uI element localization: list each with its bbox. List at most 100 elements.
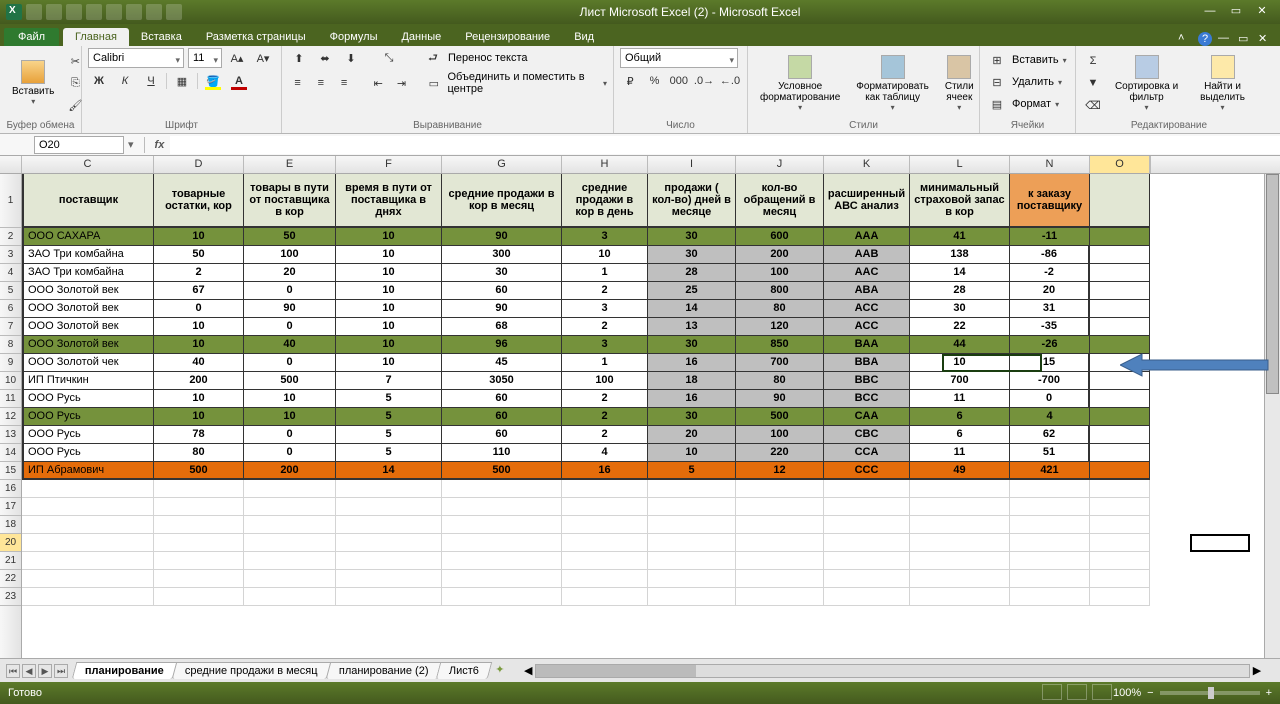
cell[interactable]: к заказу поставщику — [1010, 174, 1090, 228]
cell[interactable]: 100 — [244, 246, 336, 264]
cell[interactable] — [336, 570, 442, 588]
cell[interactable] — [154, 588, 244, 606]
cell[interactable]: 2 — [562, 282, 648, 300]
cell[interactable]: 0 — [244, 354, 336, 372]
cell[interactable] — [1010, 516, 1090, 534]
cell[interactable]: 20 — [648, 426, 736, 444]
zoom-slider[interactable] — [1160, 691, 1260, 695]
cell[interactable] — [824, 498, 910, 516]
cell[interactable]: 15 — [1010, 354, 1090, 372]
cell[interactable] — [562, 534, 648, 552]
cell[interactable] — [154, 552, 244, 570]
cell[interactable]: -2 — [1010, 264, 1090, 282]
cell[interactable]: 12 — [736, 462, 824, 480]
clear-icon[interactable]: ⌫ — [1082, 95, 1104, 115]
cell[interactable]: ООО Русь — [22, 444, 154, 462]
cell[interactable] — [22, 570, 154, 588]
cell[interactable] — [1010, 534, 1090, 552]
cell[interactable] — [562, 570, 648, 588]
cell[interactable]: 5 — [648, 462, 736, 480]
zoom-in-icon[interactable]: + — [1266, 687, 1272, 699]
cell[interactable]: 28 — [648, 264, 736, 282]
cell[interactable]: 16 — [648, 354, 736, 372]
cell[interactable] — [1090, 426, 1150, 444]
cell[interactable] — [442, 480, 562, 498]
cell[interactable] — [562, 588, 648, 606]
col-header-F[interactable]: F — [336, 156, 442, 173]
cell[interactable] — [736, 534, 824, 552]
wrap-label[interactable]: Перенос текста — [448, 52, 528, 64]
cell[interactable] — [1090, 318, 1150, 336]
horizontal-scrollbar[interactable]: ◀ ▶ — [521, 664, 1264, 678]
cell[interactable]: 0 — [154, 300, 244, 318]
orientation-icon[interactable]: ⤡ — [378, 48, 400, 68]
row-header[interactable]: 10 — [0, 372, 21, 390]
cell[interactable]: 200 — [154, 372, 244, 390]
col-header-L[interactable]: L — [910, 156, 1010, 173]
cell[interactable]: 60 — [442, 390, 562, 408]
namebox-dropdown-icon[interactable]: ▾ — [128, 138, 140, 151]
cell[interactable]: 45 — [442, 354, 562, 372]
cell[interactable] — [442, 498, 562, 516]
cell[interactable]: ООО Золотой век — [22, 336, 154, 354]
cell[interactable] — [736, 516, 824, 534]
cell[interactable]: AAA — [824, 228, 910, 246]
row-header[interactable]: 1 — [0, 174, 21, 228]
sheet-tab[interactable]: средние продажи в месяц — [172, 662, 331, 679]
row-header[interactable]: 17 — [0, 498, 21, 516]
vertical-scrollbar[interactable] — [1264, 174, 1280, 658]
close-button[interactable]: ✕ — [1250, 4, 1274, 20]
cell[interactable] — [1090, 372, 1150, 390]
cell[interactable]: 10 — [336, 336, 442, 354]
spreadsheet-grid[interactable]: CDEFGHIJKLNO 123456789101112131415161718… — [0, 156, 1280, 658]
cell[interactable]: 700 — [736, 354, 824, 372]
cell[interactable] — [824, 552, 910, 570]
cell[interactable]: -86 — [1010, 246, 1090, 264]
cell[interactable]: 5 — [336, 426, 442, 444]
cell[interactable]: 421 — [1010, 462, 1090, 480]
cell[interactable]: 100 — [736, 264, 824, 282]
col-header-E[interactable]: E — [244, 156, 336, 173]
cell[interactable]: 0 — [1010, 390, 1090, 408]
font-size-combo[interactable]: 11 — [188, 48, 222, 68]
underline-button[interactable]: Ч — [140, 71, 162, 91]
cell[interactable] — [22, 534, 154, 552]
cell[interactable]: 5 — [336, 390, 442, 408]
cell[interactable] — [22, 588, 154, 606]
qat-icon[interactable] — [166, 4, 182, 20]
row-header[interactable]: 12 — [0, 408, 21, 426]
cell[interactable]: 120 — [736, 318, 824, 336]
italic-button[interactable]: К — [114, 71, 136, 91]
increase-indent-icon[interactable]: ⇥ — [392, 73, 411, 93]
cell[interactable]: 44 — [910, 336, 1010, 354]
cell[interactable]: 67 — [154, 282, 244, 300]
tab-insert[interactable]: Вставка — [129, 28, 194, 46]
cell[interactable]: 10 — [910, 354, 1010, 372]
cell[interactable] — [910, 588, 1010, 606]
paste-button[interactable]: Вставить ▾ — [6, 58, 60, 108]
cells-area[interactable]: поставщиктоварные остатки, кортовары в п… — [22, 174, 1280, 658]
cell[interactable] — [1090, 516, 1150, 534]
cell[interactable]: 90 — [736, 390, 824, 408]
cell[interactable]: BBC — [824, 372, 910, 390]
cell[interactable]: 2 — [562, 390, 648, 408]
cell[interactable]: 50 — [154, 246, 244, 264]
minimize-ribbon-icon[interactable]: ˄ — [1178, 32, 1192, 46]
cell[interactable]: 100 — [736, 426, 824, 444]
cell[interactable]: ООО Золотой чек — [22, 354, 154, 372]
cell[interactable] — [1090, 390, 1150, 408]
cell[interactable] — [1010, 480, 1090, 498]
cell[interactable] — [736, 498, 824, 516]
cell[interactable] — [154, 570, 244, 588]
cell[interactable] — [1090, 570, 1150, 588]
cell[interactable]: 0 — [244, 282, 336, 300]
cell[interactable]: 16 — [648, 390, 736, 408]
cell[interactable]: 4 — [1010, 408, 1090, 426]
row-header[interactable]: 2 — [0, 228, 21, 246]
cell[interactable] — [336, 552, 442, 570]
cell[interactable]: 30 — [648, 408, 736, 426]
cell[interactable] — [1090, 282, 1150, 300]
cell[interactable]: 30 — [442, 264, 562, 282]
qat-icon[interactable] — [106, 4, 122, 20]
cell[interactable]: 6 — [910, 408, 1010, 426]
